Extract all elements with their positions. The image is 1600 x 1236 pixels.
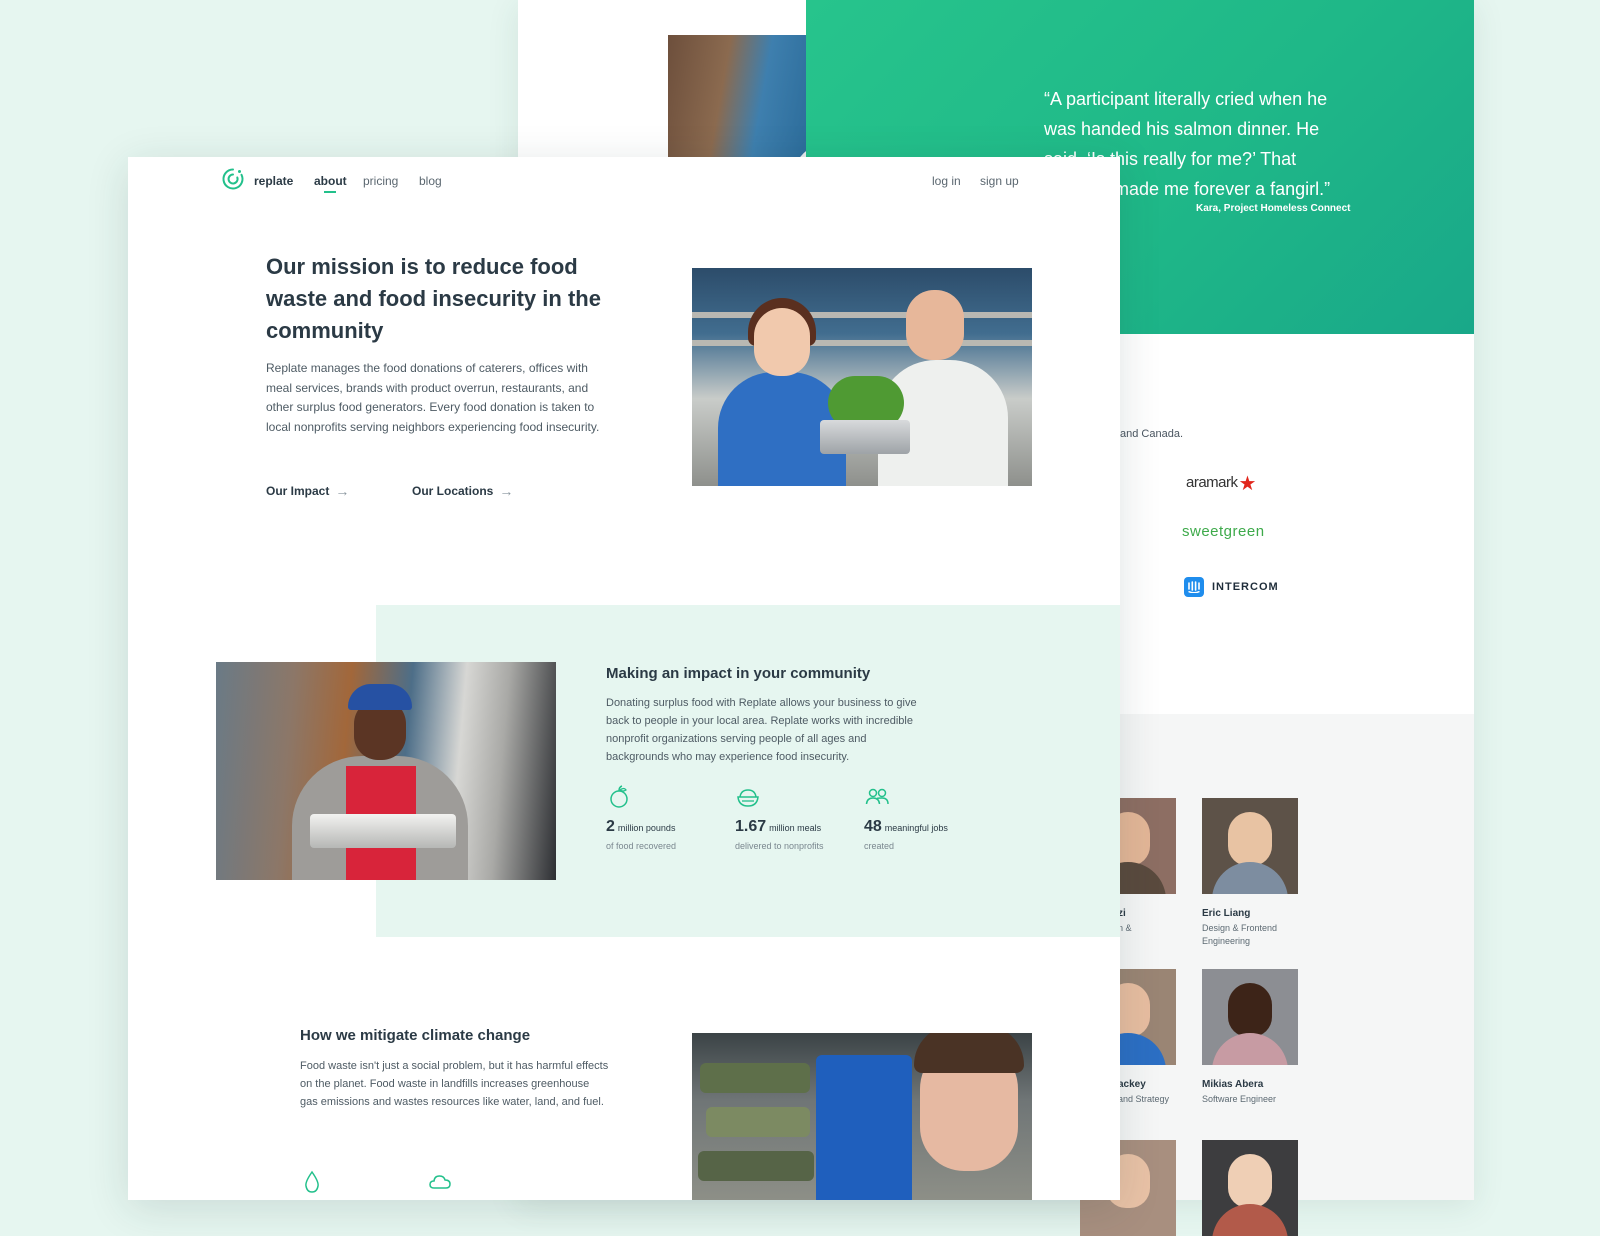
active-tab-indicator	[324, 191, 336, 193]
nav-link-about[interactable]: about	[314, 174, 347, 188]
about-page: replate about pricing blog log in sign u…	[128, 157, 1120, 1200]
stat-description: delivered to nonprofits	[735, 841, 824, 851]
team-role: Design & Frontend Engineering	[1202, 923, 1278, 946]
bowl-icon	[737, 789, 759, 807]
stat-number: 48	[864, 818, 882, 835]
nav-link-pricing[interactable]: pricing	[363, 174, 398, 188]
stat-unit: million meals	[769, 823, 822, 833]
partners-caption: and Canada.	[1120, 428, 1183, 440]
top-nav: replate about pricing blog log in sign u…	[128, 157, 1120, 207]
apple-icon	[610, 785, 628, 808]
login-link[interactable]: log in	[932, 174, 961, 188]
arrow-right-icon: →	[335, 483, 350, 499]
team-role: Software Engineer	[1202, 1094, 1277, 1104]
mission-description: Replate manages the food donations of ca…	[266, 361, 600, 434]
recipient-photo	[216, 662, 556, 880]
signup-link[interactable]: sign up	[980, 174, 1019, 188]
brand-link[interactable]: replate	[254, 174, 293, 188]
team-photo	[1202, 1140, 1298, 1236]
cloud-icon	[429, 1175, 451, 1189]
volunteers-photo	[692, 268, 1032, 486]
stat-food-recovered: 2 million pounds of food recovered	[606, 784, 736, 851]
stat-description: created	[864, 841, 895, 851]
intercom-logo: INTERCOM	[1184, 577, 1279, 597]
team-name: ackey	[1118, 1079, 1146, 1090]
stat-number: 1.67	[735, 818, 767, 835]
nav-link-blog[interactable]: blog	[419, 174, 442, 188]
mission-heading: Our mission is to reduce food waste and …	[266, 254, 601, 343]
people-icon	[865, 788, 889, 805]
stat-description: of food recovered	[606, 841, 677, 851]
stat-meals-delivered: 1.67 million meals delivered to nonprofit…	[735, 784, 865, 851]
sweetgreen-logo: sweetgreen	[1182, 523, 1265, 540]
our-impact-link[interactable]: Our Impact →	[266, 483, 349, 499]
team-name: Mikias Abera	[1202, 1079, 1264, 1090]
team-photo-eric-liang	[1202, 798, 1298, 894]
aramark-logo: aramark★	[1186, 473, 1257, 495]
arrow-right-icon: →	[499, 483, 514, 499]
team-photo-mikias-abera	[1202, 969, 1298, 1065]
replate-logo-icon[interactable]	[221, 167, 245, 191]
impact-description: Donating surplus food with Replate allow…	[606, 697, 917, 763]
intercom-mark-icon	[1184, 577, 1204, 597]
testimonial-author: Kara, Project Homeless Connect	[1196, 203, 1351, 214]
stat-unit: million pounds	[617, 823, 676, 833]
water-drop-icon	[305, 1170, 319, 1193]
star-icon: ★	[1238, 473, 1257, 495]
stat-unit: meaningful jobs	[884, 823, 948, 833]
team-name: Eric Liang	[1202, 908, 1251, 919]
our-locations-link[interactable]: Our Locations →	[412, 483, 513, 499]
impact-heading: Making an impact in your community	[606, 665, 871, 682]
climate-heading: How we mitigate climate change	[300, 1027, 531, 1044]
climate-description: Food waste isn't just a social problem, …	[300, 1060, 609, 1108]
stat-number: 2	[606, 818, 615, 835]
stat-jobs-created: 48 meaningful jobs created	[864, 784, 994, 851]
driver-selfie-photo	[692, 1033, 1032, 1200]
